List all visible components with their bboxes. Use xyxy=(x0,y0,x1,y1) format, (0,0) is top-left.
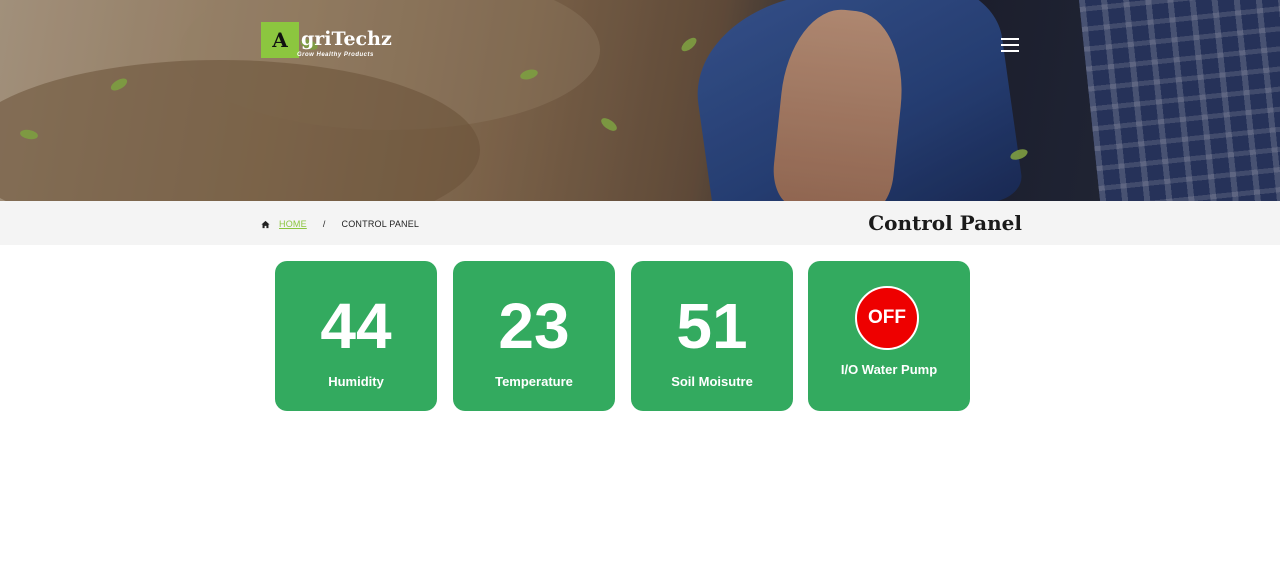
water-pump-label: I/O Water Pump xyxy=(840,362,938,377)
soil-moisture-card: 51 Soil Moisutre xyxy=(631,261,793,411)
breadcrumb-home-link[interactable]: HOME xyxy=(279,219,307,229)
water-pump-card: OFF I/O Water Pump xyxy=(808,261,970,411)
water-pump-toggle-button[interactable]: OFF xyxy=(855,286,919,350)
soil-moisture-value: 51 xyxy=(676,290,748,362)
logo-name: griTechz xyxy=(301,28,392,50)
breadcrumb-bar xyxy=(0,201,1280,245)
temperature-value: 23 xyxy=(498,290,570,362)
breadcrumb-separator: / xyxy=(322,219,326,229)
breadcrumb-current: CONTROL PANEL xyxy=(341,219,420,229)
page-title: Control Panel xyxy=(868,211,1022,235)
humidity-card: 44 Humidity xyxy=(275,261,437,411)
hamburger-menu-icon[interactable] xyxy=(1001,38,1019,54)
humidity-value: 44 xyxy=(320,290,392,362)
breadcrumb: HOME / CONTROL PANEL xyxy=(261,219,419,229)
temperature-label: Temperature xyxy=(495,374,573,389)
logo-mark: A xyxy=(261,22,299,58)
logo-tagline: Grow Healthy Products xyxy=(297,52,374,58)
home-icon xyxy=(261,220,270,228)
hero-banner: A griTechz Grow Healthy Products xyxy=(0,0,1280,201)
humidity-label: Humidity xyxy=(328,374,384,389)
brand-logo[interactable]: A griTechz Grow Healthy Products xyxy=(261,22,392,60)
soil-moisture-label: Soil Moisutre xyxy=(671,374,753,389)
temperature-card: 23 Temperature xyxy=(453,261,615,411)
